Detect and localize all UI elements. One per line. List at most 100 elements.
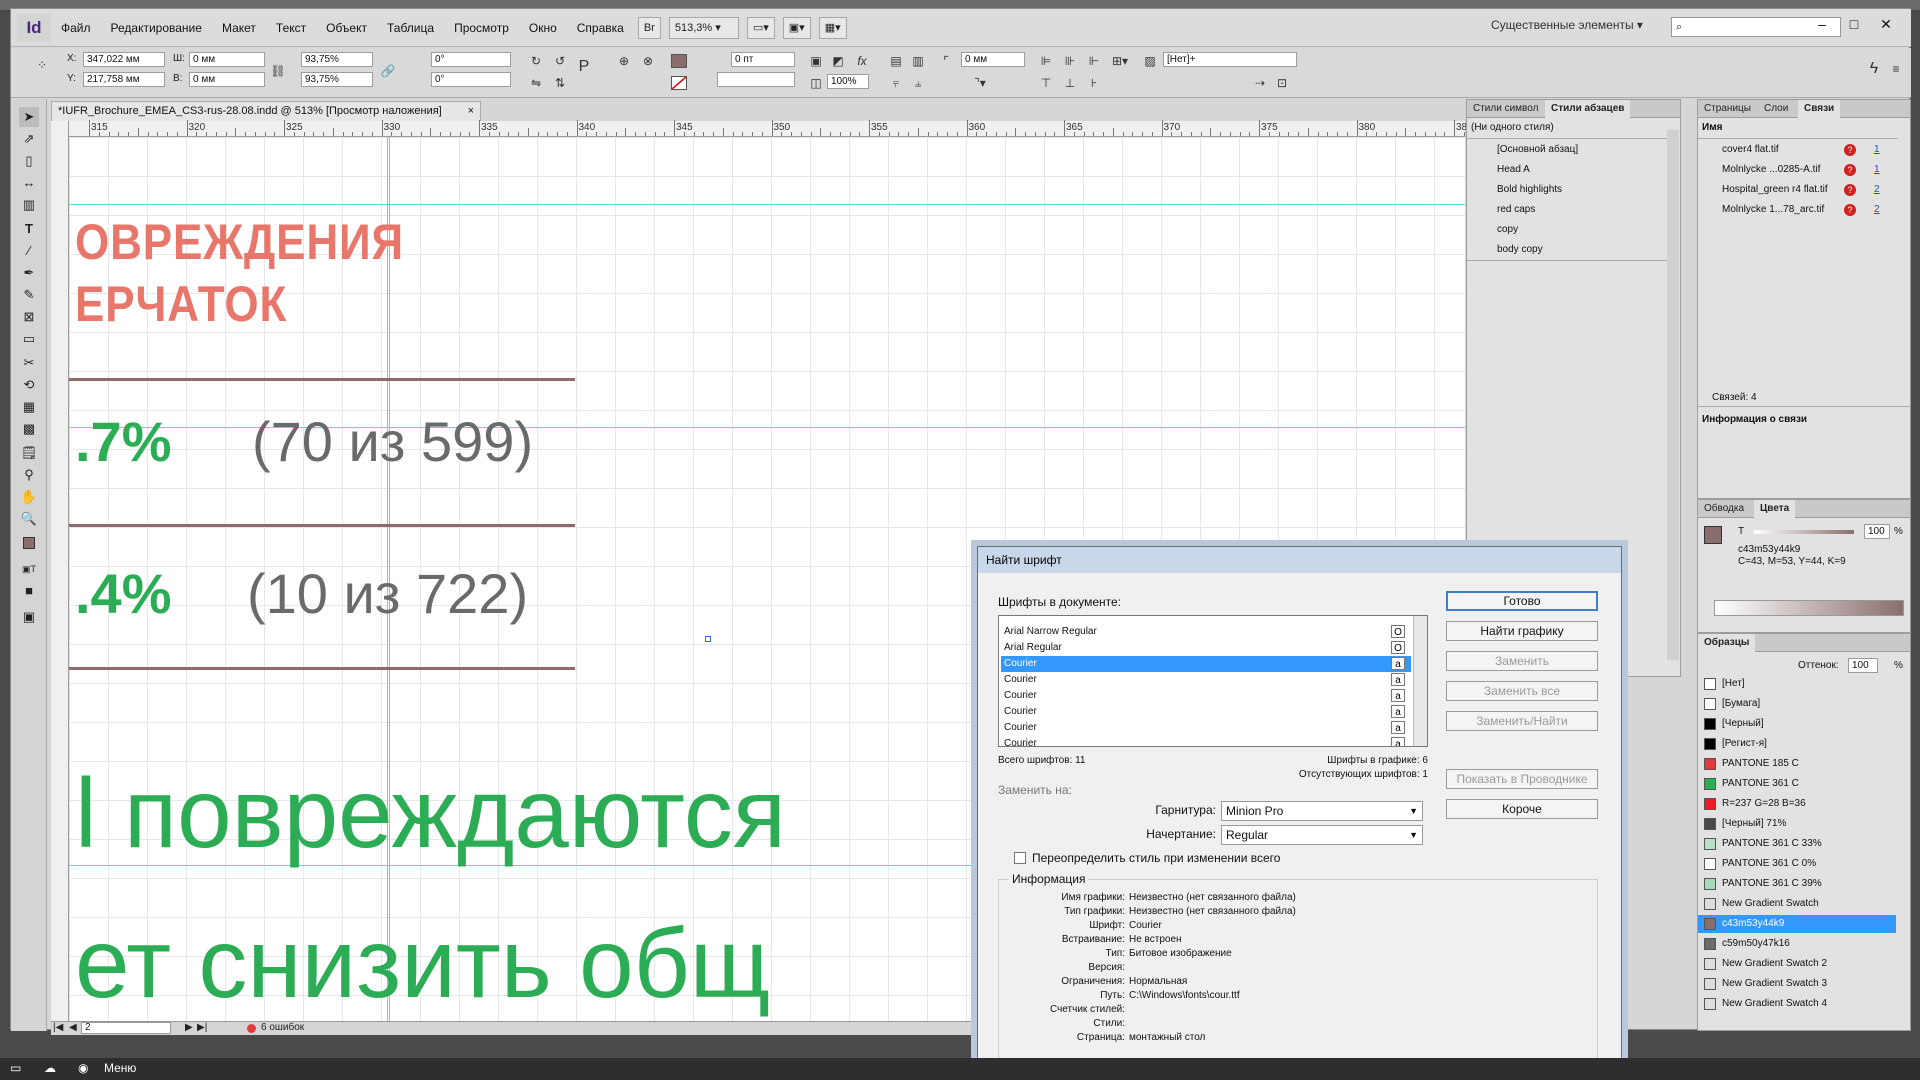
menu-table[interactable]: Таблица bbox=[377, 9, 444, 47]
distribute-center-icon[interactable]: ⊥ bbox=[1061, 74, 1079, 92]
stroke-type-select[interactable] bbox=[717, 72, 795, 87]
eyedropper-tool-icon[interactable]: ⚲ bbox=[19, 465, 39, 485]
prev-page-icon[interactable]: ◀ bbox=[69, 1022, 77, 1033]
formatting-affects-icon[interactable]: ▣T bbox=[19, 559, 39, 579]
swatch-row[interactable]: [Нет] bbox=[1698, 675, 1896, 693]
font-row[interactable]: Courier a bbox=[1001, 672, 1411, 688]
corner-options-icon[interactable]: ⌜ bbox=[937, 52, 955, 70]
link-page[interactable]: 2 bbox=[1874, 184, 1880, 195]
link-name[interactable]: Molnlycke 1...78_arc.tif bbox=[1722, 204, 1824, 215]
swatch-row[interactable]: [Черный] bbox=[1698, 715, 1896, 733]
type-tool-icon[interactable]: T bbox=[19, 219, 39, 239]
view-options-icon[interactable]: ▭▾ bbox=[746, 16, 775, 39]
minimize-button[interactable]: – bbox=[1807, 13, 1837, 37]
tab-stroke[interactable]: Обводка bbox=[1698, 500, 1750, 518]
normal-view-icon[interactable]: ▣ bbox=[19, 607, 39, 627]
replace-all-button[interactable]: Заменить все bbox=[1446, 681, 1598, 701]
tint-field[interactable]: 100 bbox=[1864, 524, 1890, 539]
done-button[interactable]: Готово bbox=[1446, 591, 1598, 611]
link-page[interactable]: 1 bbox=[1874, 164, 1880, 175]
font-list[interactable]: Arial Narrow Regular O Arial Regular O Couri… bbox=[998, 615, 1428, 747]
link-page[interactable]: 2 bbox=[1874, 204, 1880, 215]
swatch-row[interactable]: PANTONE 361 C 33% bbox=[1698, 835, 1896, 853]
tab-color[interactable]: Цвета bbox=[1754, 500, 1796, 518]
fill-swatch[interactable] bbox=[671, 54, 687, 68]
link-name[interactable]: cover4 flat.tif bbox=[1722, 144, 1779, 155]
flip-horizontal-icon[interactable]: ⇋ bbox=[527, 74, 545, 92]
note-tool-icon[interactable]: 🗒 bbox=[19, 443, 39, 463]
effects-icon[interactable]: ◩ bbox=[829, 52, 847, 70]
align-hcenter-icon[interactable]: ⊪ bbox=[1061, 52, 1079, 70]
style-item[interactable]: copy bbox=[1497, 224, 1518, 235]
quick-apply-icon[interactable]: ⊡ bbox=[1273, 74, 1291, 92]
swatch-row[interactable]: New Gradient Swatch bbox=[1698, 895, 1896, 913]
align-center-icon[interactable]: ⫨ bbox=[909, 74, 927, 92]
replace-find-button[interactable]: Заменить/Найти bbox=[1446, 711, 1598, 731]
font-row[interactable]: Courier a bbox=[1001, 736, 1411, 746]
close-button[interactable]: ✕ bbox=[1871, 13, 1901, 37]
scrollbar[interactable] bbox=[1667, 130, 1679, 660]
corner-shape-icon[interactable]: ⌝▾ bbox=[971, 74, 989, 92]
paragraph-icon[interactable]: P bbox=[575, 58, 593, 76]
swatch-row[interactable]: [Регист-я] bbox=[1698, 735, 1896, 753]
reference-point-icon[interactable]: ⁘ bbox=[33, 56, 51, 74]
style-item[interactable]: Head A bbox=[1497, 164, 1530, 175]
free-transform-tool-icon[interactable]: ⟲ bbox=[19, 375, 39, 395]
swatch-row[interactable]: PANTONE 361 C 0% bbox=[1698, 855, 1896, 873]
find-graphic-button[interactable]: Найти графику bbox=[1446, 621, 1598, 641]
last-page-icon[interactable]: ▶| bbox=[197, 1022, 207, 1033]
font-family-select[interactable]: Minion Pro ▼ bbox=[1221, 801, 1423, 821]
constrain-proportions-icon[interactable]: ⛓ bbox=[269, 62, 287, 80]
column-name[interactable]: Имя bbox=[1702, 122, 1722, 133]
panel-menu-icon[interactable]: ≡ bbox=[1887, 60, 1905, 78]
content-collector-icon[interactable]: ▥ bbox=[19, 195, 39, 215]
font-row[interactable]: Arial Narrow Regular O bbox=[1001, 624, 1411, 640]
object-style-select[interactable]: [Нет]+ bbox=[1163, 52, 1297, 67]
style-item[interactable]: body copy bbox=[1497, 244, 1543, 255]
select-content-icon[interactable]: ⊗ bbox=[639, 52, 657, 70]
direct-selection-tool-icon[interactable]: ⇗ bbox=[19, 129, 39, 149]
page-number-field[interactable]: 2 bbox=[81, 1022, 171, 1034]
fill-swatch[interactable] bbox=[1704, 526, 1722, 544]
text-wrap-icon[interactable]: ▤ bbox=[887, 52, 905, 70]
scissors-tool-icon[interactable]: ✂ bbox=[19, 353, 39, 373]
link-page[interactable]: 1 bbox=[1874, 144, 1880, 155]
tint-field[interactable]: 100 bbox=[1848, 658, 1878, 673]
swatch-row[interactable]: PANTONE 361 C bbox=[1698, 775, 1896, 793]
text-wrap-bbox-icon[interactable]: ▥ bbox=[909, 52, 927, 70]
zoom-select[interactable]: 513,3% ▾ bbox=[668, 16, 739, 39]
swatch-row[interactable]: New Gradient Swatch 2 bbox=[1698, 955, 1896, 973]
replace-button[interactable]: Заменить bbox=[1446, 651, 1598, 671]
tab-swatches[interactable]: Образцы bbox=[1698, 634, 1756, 652]
tab-links[interactable]: Связи bbox=[1798, 100, 1841, 118]
tab-layers[interactable]: Слои bbox=[1758, 100, 1794, 118]
tab-paragraph-styles[interactable]: Стили абзацев bbox=[1545, 100, 1631, 118]
menu-view[interactable]: Просмотр bbox=[444, 9, 519, 47]
menu-type[interactable]: Текст bbox=[266, 9, 316, 47]
swatch-row[interactable]: [Бумага] bbox=[1698, 695, 1896, 713]
link-name[interactable]: Molnlycke ...0285-A.tif bbox=[1722, 164, 1820, 175]
flip-vertical-icon[interactable]: ⇅ bbox=[551, 74, 569, 92]
redefine-style-checkbox[interactable] bbox=[1014, 852, 1026, 864]
offset-field[interactable]: 0 мм bbox=[961, 52, 1025, 67]
font-row[interactable]: Courier a bbox=[1001, 704, 1411, 720]
menu-file[interactable]: Файл bbox=[51, 9, 101, 47]
zoom-tool-icon[interactable]: 🔍 bbox=[19, 509, 39, 529]
style-item[interactable]: Bold highlights bbox=[1497, 184, 1562, 195]
cloud-icon[interactable]: ☁ bbox=[44, 1061, 56, 1075]
apply-color-icon[interactable]: ■ bbox=[19, 581, 39, 601]
rotate-cw-icon[interactable]: ↻ bbox=[527, 52, 545, 70]
height-field[interactable]: 0 мм bbox=[189, 72, 265, 87]
tint-slider[interactable] bbox=[1754, 530, 1854, 534]
stroke-weight-field[interactable]: 0 пт bbox=[731, 52, 795, 67]
maximize-button[interactable]: □ bbox=[1839, 13, 1869, 37]
font-row[interactable]: Courier a bbox=[1001, 688, 1411, 704]
next-page-icon[interactable]: ▶ bbox=[185, 1022, 193, 1033]
y-field[interactable]: 217,758 мм bbox=[83, 72, 165, 87]
swatch-row[interactable]: c59m50y47k16 bbox=[1698, 935, 1896, 953]
shear-angle-field[interactable]: 0° bbox=[431, 72, 511, 87]
align-left-edges-icon[interactable]: ⊫ bbox=[1037, 52, 1055, 70]
style-item[interactable]: red caps bbox=[1497, 204, 1535, 215]
font-style-select[interactable]: Regular ▼ bbox=[1221, 825, 1423, 845]
font-row[interactable]: Courier a bbox=[1001, 720, 1411, 736]
